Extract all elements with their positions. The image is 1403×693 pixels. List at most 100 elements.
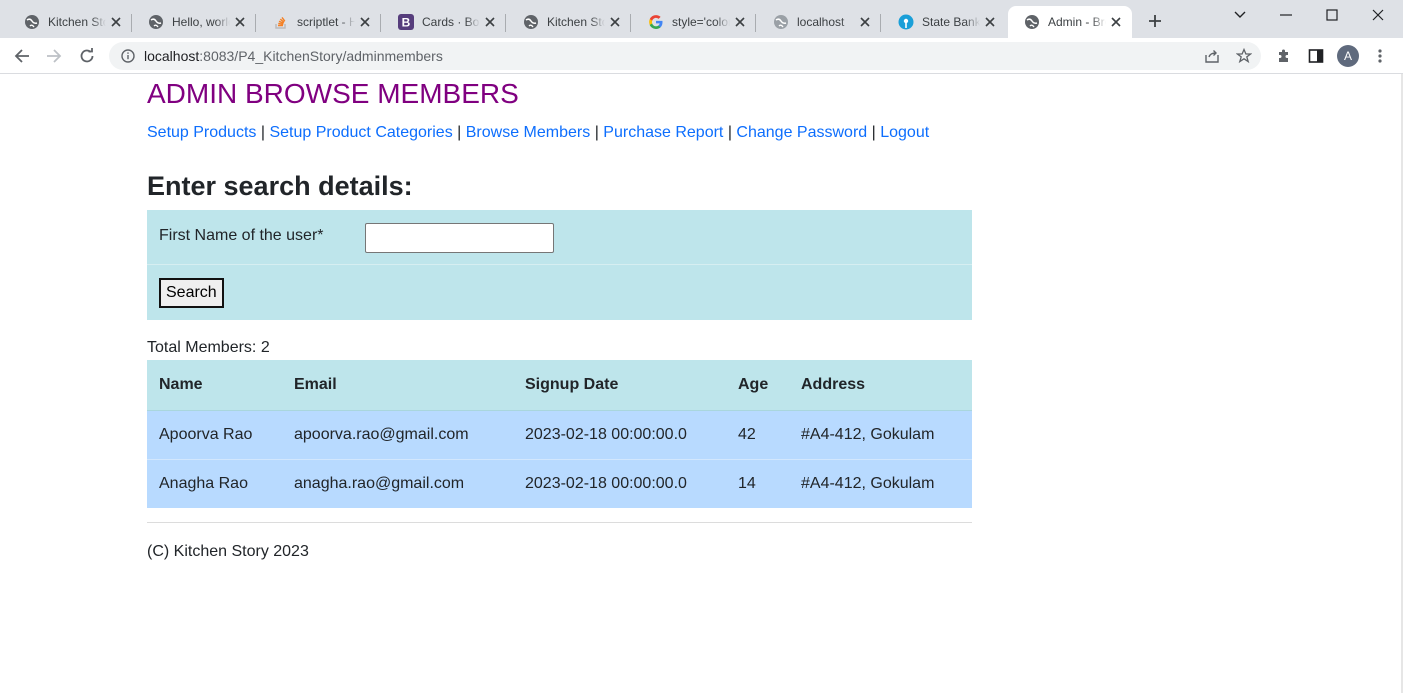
tab-divider: [255, 14, 256, 32]
column-header-signup-date: Signup Date: [513, 360, 726, 411]
stack-overflow-icon: [273, 14, 289, 30]
tab-search-button[interactable]: [1217, 0, 1263, 30]
cell-age: 42: [726, 410, 789, 460]
extensions-button[interactable]: [1274, 46, 1294, 66]
browser-tab[interactable]: style='color: [632, 6, 756, 38]
browser-tab[interactable]: scriptlet - H: [257, 6, 381, 38]
url-host: localhost: [144, 48, 200, 64]
browser-tab[interactable]: localhost: [757, 6, 881, 38]
profile-avatar[interactable]: A: [1337, 45, 1359, 67]
nav-separator: |: [594, 124, 599, 141]
globe-icon: [148, 14, 164, 30]
nav-link-setup-categories[interactable]: Setup Product Categories: [269, 124, 452, 141]
arrow-right-icon: [47, 49, 62, 63]
nav-link-browse-members[interactable]: Browse Members: [466, 124, 590, 141]
browser-tab[interactable]: B Cards · Boot: [382, 6, 506, 38]
browser-tab[interactable]: Kitchen Story: [507, 6, 631, 38]
search-form: First Name of the user* Search: [147, 210, 972, 320]
page-title: ADMIN BROWSE MEMBERS: [147, 78, 519, 109]
browser-tab-title: Admin - Bro: [1048, 15, 1106, 29]
browser-toolbar: localhost:8083/P4_KitchenStory/adminmemb…: [0, 38, 1403, 74]
globe-icon: [24, 14, 40, 30]
minimize-icon: [1280, 14, 1292, 16]
nav-link-setup-products[interactable]: Setup Products: [147, 124, 256, 141]
browser-tab-title: Kitchen Story: [547, 15, 605, 29]
close-icon[interactable]: [607, 14, 623, 30]
cell-email: anagha.rao@gmail.com: [282, 459, 513, 508]
cell-signup-date: 2023-02-18 00:00:00.0: [513, 459, 726, 508]
cell-name: Apoorva Rao: [147, 410, 282, 460]
url-path: :8083/P4_KitchenStory/adminmembers: [199, 48, 443, 64]
globe-icon: [773, 14, 789, 30]
table-row: Apoorva Rao apoorva.rao@gmail.com 2023-0…: [147, 410, 972, 460]
bookmark-button[interactable]: [1234, 46, 1254, 66]
plus-icon: [1149, 15, 1161, 27]
nav-separator: |: [457, 124, 462, 141]
globe-icon: [1024, 14, 1040, 30]
window-close-button[interactable]: [1355, 0, 1401, 30]
arrow-left-icon: [14, 49, 29, 63]
new-tab-button[interactable]: [1144, 10, 1166, 32]
table-row: Anagha Rao anagha.rao@gmail.com 2023-02-…: [147, 459, 972, 508]
side-panel-button[interactable]: [1306, 46, 1326, 66]
nav-link-logout[interactable]: Logout: [880, 124, 929, 141]
cell-address: #A4-412, Gokulam: [789, 410, 972, 460]
close-icon[interactable]: [482, 14, 498, 30]
browser-tab[interactable]: State Bank: [882, 6, 1006, 38]
browser-tab-title: Cards · Boot: [422, 15, 480, 29]
star-icon: [1236, 48, 1252, 64]
puzzle-icon: [1279, 49, 1288, 62]
close-icon[interactable]: [857, 14, 873, 30]
search-heading: Enter search details:: [147, 171, 413, 201]
minimize-button[interactable]: [1263, 0, 1309, 30]
close-icon[interactable]: [108, 14, 124, 30]
cell-signup-date: 2023-02-18 00:00:00.0: [513, 410, 726, 460]
column-header-email: Email: [282, 360, 513, 411]
close-icon[interactable]: [1108, 14, 1124, 30]
nav-link-purchase-report[interactable]: Purchase Report: [603, 124, 723, 141]
first-name-label: First Name of the user*: [159, 227, 324, 244]
browser-tab-title: style='color: [672, 15, 730, 29]
close-icon[interactable]: [232, 14, 248, 30]
info-icon[interactable]: [121, 49, 135, 63]
reload-icon: [80, 48, 94, 63]
browser-tabstrip: Kitchen Story Hello, world scriptlet - H…: [0, 0, 1403, 38]
address-bar[interactable]: localhost:8083/P4_KitchenStory/adminmemb…: [109, 42, 1261, 70]
search-form-row: First Name of the user*: [147, 210, 972, 265]
table-header-row: Name Email Signup Date Age Address: [147, 360, 972, 411]
globe-icon: [523, 14, 539, 30]
bootstrap-icon: B: [398, 14, 414, 30]
browser-tab-title: localhost: [797, 15, 845, 29]
forward-button[interactable]: [42, 44, 66, 68]
chevron-down-icon: [1234, 11, 1246, 18]
column-header-address: Address: [789, 360, 972, 411]
admin-nav: Setup Products | Setup Product Categorie…: [147, 124, 929, 142]
back-button[interactable]: [10, 44, 34, 68]
side-panel-icon: [1308, 49, 1324, 63]
search-button[interactable]: Search: [159, 278, 224, 308]
reload-button[interactable]: [75, 44, 99, 68]
cell-email: apoorva.rao@gmail.com: [282, 410, 513, 460]
google-icon: [648, 14, 664, 30]
close-icon[interactable]: [357, 14, 373, 30]
kebab-menu-icon: [1378, 49, 1382, 63]
close-icon[interactable]: [982, 14, 998, 30]
browser-tab-title: scriptlet - H: [297, 15, 355, 29]
nav-link-change-password[interactable]: Change Password: [736, 124, 867, 141]
nav-separator: |: [260, 124, 266, 141]
browser-tab[interactable]: Hello, world: [132, 6, 256, 38]
menu-button[interactable]: [1370, 46, 1390, 66]
nav-separator: |: [727, 124, 732, 141]
footer-divider: [147, 522, 972, 523]
cell-age: 14: [726, 459, 789, 508]
maximize-button[interactable]: [1309, 0, 1355, 30]
first-name-input[interactable]: [365, 223, 554, 253]
total-members: Total Members: 2: [147, 339, 270, 356]
browser-tab-active[interactable]: Admin - Bro: [1008, 6, 1132, 38]
browser-tab[interactable]: Kitchen Story: [8, 6, 132, 38]
svg-text:B: B: [402, 16, 411, 30]
tab-divider: [630, 14, 631, 32]
share-button[interactable]: [1202, 46, 1222, 66]
close-icon[interactable]: [732, 14, 748, 30]
browser-tab-title: Hello, world: [172, 15, 230, 29]
